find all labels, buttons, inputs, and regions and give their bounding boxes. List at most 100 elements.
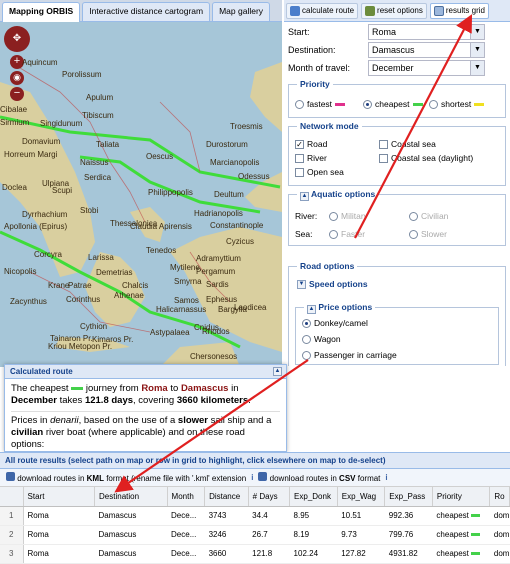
column-header[interactable]: Month [167, 487, 206, 507]
radio[interactable] [329, 229, 338, 239]
start-select[interactable]: Roma ▼ [368, 24, 485, 40]
download-kml-button[interactable]: download routes in KML format (rename fi… [6, 472, 246, 483]
table-cell: 2 [0, 525, 24, 545]
collapse-icon[interactable]: ▲ [300, 192, 309, 201]
radio[interactable] [295, 99, 304, 109]
network-legend: Network mode [297, 121, 362, 131]
tab-distance-cartogram[interactable]: Interactive distance cartogram [82, 2, 211, 21]
aquatic-sea-label: Sea: [295, 229, 313, 239]
reset-options-button[interactable]: reset options [361, 2, 427, 19]
results-grid-button[interactable]: results grid [429, 2, 489, 19]
radio[interactable] [302, 334, 311, 344]
road-options-legend: Road options [297, 261, 358, 271]
radio[interactable] [363, 99, 372, 109]
grid-label: results grid [445, 6, 485, 15]
shortest-swatch [474, 102, 485, 106]
column-header[interactable] [0, 487, 24, 507]
column-header[interactable]: Start [23, 487, 96, 507]
sea-slower[interactable]: Slower [409, 229, 447, 239]
place-label: Apulum [86, 93, 114, 102]
calculated-route-panel: Calculated route ▲ The cheapest journey f… [4, 364, 287, 452]
radio[interactable] [429, 99, 438, 109]
table-header-row: Start Destination Month Distance # Days Exp_D… [0, 487, 510, 507]
download-csv-button[interactable]: download routes in CSV format [258, 472, 380, 483]
collapse-icon[interactable]: ▼ [297, 279, 306, 289]
column-header[interactable]: Exp_Wag [337, 487, 386, 507]
radio[interactable] [409, 211, 418, 221]
place-label: Philippopolis [148, 188, 193, 197]
aquatic-fieldset: ▲ Aquatic options River: Military Civili… [288, 189, 506, 246]
calculate-route-button[interactable]: calculate route [286, 2, 359, 19]
price-wagon[interactable]: Wagon [302, 334, 341, 344]
column-header[interactable]: Exp_Donk [289, 487, 338, 507]
priority-cheapest[interactable]: cheapest [363, 99, 423, 109]
place-label: Halicarnassus [156, 305, 207, 314]
table-cell: 1 [0, 506, 24, 526]
river-civilian[interactable]: Civilian [409, 211, 448, 221]
priority-shortest[interactable]: shortest [429, 99, 485, 109]
column-header[interactable]: Exp_Pass [384, 487, 433, 507]
month-select[interactable]: December ▼ [368, 60, 485, 76]
table-cell: 121.8 [248, 544, 290, 564]
network-open-sea[interactable]: Open sea [295, 167, 344, 177]
route-month: December [11, 395, 57, 406]
speed-options-header[interactable]: ▼ Speed options [297, 279, 368, 289]
price-carriage[interactable]: Passenger in carriage [302, 350, 397, 360]
price-donkey[interactable]: Donkey/camel [302, 318, 368, 328]
checkbox-checked[interactable]: ✓ [295, 139, 304, 149]
place-label: Astypalaea [150, 328, 190, 337]
place-label: Adramyttium [196, 254, 241, 263]
column-header[interactable]: Priority [432, 487, 491, 507]
text: , covering [133, 395, 175, 406]
map-canvas[interactable]: ✥ + ◉ − Aquincum Porolissum Cibalae Apulum T… [0, 22, 282, 367]
table-row[interactable]: 3 Roma Damascus Dece... 3660 121.8 102.24 127.8… [0, 544, 510, 564]
cheapest-swatch [412, 102, 423, 106]
cheapest-swatch [470, 514, 480, 518]
tab-mapping-orbis[interactable]: Mapping ORBIS [2, 2, 81, 22]
table-row[interactable]: 1 Roma Damascus Dece... 3743 34.4 8.95 10.51 992… [0, 506, 510, 526]
network-coastal[interactable]: Coastal sea [379, 139, 436, 149]
tab-map-gallery[interactable]: Map gallery [212, 2, 271, 21]
column-header[interactable]: Destination [94, 487, 168, 507]
place-label: Samos [174, 296, 199, 305]
checkbox[interactable] [295, 153, 304, 163]
radio[interactable] [302, 318, 311, 328]
checkbox[interactable] [295, 167, 304, 177]
info-icon[interactable]: i [251, 473, 253, 482]
priority-fastest[interactable]: fastest [295, 99, 346, 109]
save-icon [6, 472, 15, 481]
zoom-out-icon[interactable]: − [10, 87, 24, 101]
table-body: 1 Roma Damascus Dece... 3743 34.4 8.95 10.51 992… [0, 506, 510, 564]
save-icon [258, 472, 268, 481]
place-label: Constantinople [210, 221, 264, 230]
column-header[interactable]: Ro [489, 487, 510, 507]
text: , based on the use of a [78, 415, 176, 426]
checkbox[interactable] [379, 139, 388, 149]
place-label: Tibiscum [82, 111, 114, 120]
radio[interactable] [329, 211, 338, 221]
radio[interactable] [409, 229, 418, 239]
pan-icon[interactable]: ✥ [4, 26, 30, 52]
table-row[interactable]: 2 Roma Damascus Dece... 3246 26.7 8.19 9.73 799.… [0, 525, 510, 545]
collapse-icon[interactable]: ▲ [307, 305, 316, 314]
place-label: Sirmium [0, 118, 30, 127]
text: sail ship and a [210, 415, 272, 426]
info-icon[interactable]: i [385, 473, 387, 482]
column-header[interactable]: # Days [248, 487, 291, 507]
radio[interactable] [302, 350, 311, 360]
place-label: Stobi [80, 206, 99, 215]
sea-faster[interactable]: Faster [329, 229, 365, 239]
destination-select[interactable]: Damascus ▼ [368, 42, 485, 58]
river-military[interactable]: Military [329, 211, 368, 221]
network-river[interactable]: River [295, 153, 327, 163]
place-label: Kriou Metopon Pr. [48, 342, 113, 351]
network-road[interactable]: ✓ Road [295, 139, 327, 149]
text: format [357, 474, 381, 483]
column-header[interactable]: Distance [204, 487, 249, 507]
globe-icon[interactable]: ◉ [10, 71, 24, 85]
checkbox[interactable] [379, 153, 388, 163]
place-label: Sardis [206, 280, 229, 289]
text: format (rename file with '.kml' extensio… [106, 474, 247, 483]
network-coastal-daylight[interactable]: Coastal sea (daylight) [379, 153, 473, 163]
collapse-icon[interactable]: ▲ [273, 367, 282, 376]
